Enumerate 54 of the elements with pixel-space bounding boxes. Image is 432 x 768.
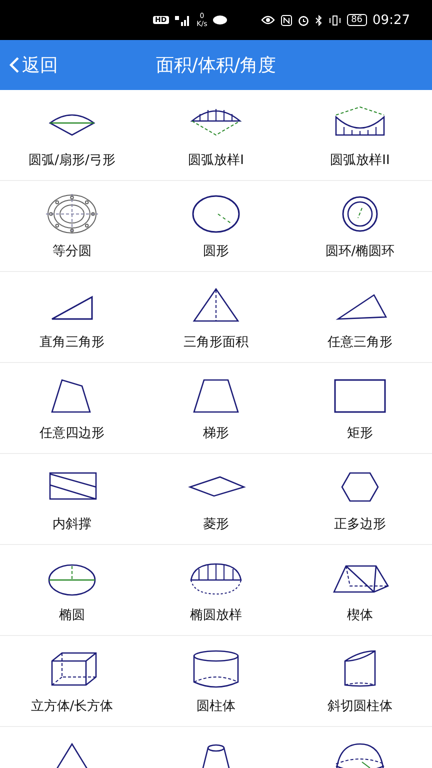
- shape-label: 等分圆: [52, 243, 92, 260]
- shape-tile[interactable]: 圆柱体: [144, 636, 288, 727]
- shape-label: 立方体/长方体: [30, 698, 114, 715]
- battery-icon: 86: [347, 14, 367, 26]
- shape-tile[interactable]: 圆环/椭圆环: [288, 181, 432, 272]
- shape-tile[interactable]: 楔体: [288, 545, 432, 636]
- shape-tile[interactable]: 椭圆: [0, 545, 144, 636]
- shape-label: 斜切圆柱体: [328, 698, 392, 715]
- shape-label: 菱形: [203, 516, 229, 533]
- shape-label: 三角形面积: [184, 334, 248, 351]
- shape-tile[interactable]: 直角三角形: [0, 272, 144, 363]
- shape-label: 圆弧放样I: [188, 152, 244, 169]
- shape-tile[interactable]: 圆弧/扇形/弓形: [0, 90, 144, 181]
- shape-tile[interactable]: 正多边形: [288, 454, 432, 545]
- shape-tile[interactable]: 圆弧放样II: [288, 90, 432, 181]
- shape-label: 内斜撑: [52, 516, 92, 533]
- clock: 09:27: [372, 12, 410, 28]
- shape-tile[interactable]: 等分圆: [0, 181, 144, 272]
- shape-label: 椭圆放样: [190, 607, 242, 624]
- chat-icon: [213, 14, 228, 26]
- chevron-left-icon: [8, 56, 20, 74]
- shape-tile[interactable]: 圆弧放样I: [144, 90, 288, 181]
- back-button[interactable]: 返回: [8, 53, 58, 77]
- vibrate-icon: [329, 14, 342, 26]
- shape-label: 圆柱体: [196, 698, 236, 715]
- shape-tile[interactable]: 圆形: [144, 181, 288, 272]
- shape-label: 圆弧/扇形/弓形: [28, 152, 116, 169]
- shape-label: 圆形: [203, 243, 229, 260]
- shape-label: 任意三角形: [328, 334, 392, 351]
- shape-label: 直角三角形: [40, 334, 104, 351]
- shape-label: 圆弧放样II: [330, 152, 390, 169]
- shape-tile[interactable]: 矩形: [288, 363, 432, 454]
- shape-tile[interactable]: 立方体/长方体: [0, 636, 144, 727]
- shape-label: 梯形: [203, 425, 229, 442]
- bluetooth-icon: [315, 14, 324, 26]
- shape-tile[interactable]: 菱形: [144, 454, 288, 545]
- alarm-icon: [298, 14, 310, 26]
- shape-label: 正多边形: [334, 516, 386, 533]
- shape-label: 楔体: [347, 607, 373, 624]
- shape-tile[interactable]: 任意四边形: [0, 363, 144, 454]
- signal-icon: [174, 14, 191, 26]
- shape-tile[interactable]: 任意三角形: [288, 272, 432, 363]
- shape-tile[interactable]: 内斜撑: [0, 454, 144, 545]
- nfc-icon: [281, 14, 292, 26]
- page-title: 面积/体积/角度: [156, 54, 276, 77]
- shape-tile[interactable]: 三角形面积: [144, 272, 288, 363]
- shape-label: 矩形: [347, 425, 373, 442]
- shape-tile[interactable]: 斜切圆柱体: [288, 636, 432, 727]
- eye-icon: [261, 15, 276, 25]
- shape-label: 任意四边形: [40, 425, 104, 442]
- shape-label: 椭圆: [59, 607, 85, 624]
- shape-tile[interactable]: 椭圆放样: [144, 545, 288, 636]
- shape-tile[interactable]: 梯形: [144, 363, 288, 454]
- shape-label: 圆环/椭圆环: [325, 243, 395, 260]
